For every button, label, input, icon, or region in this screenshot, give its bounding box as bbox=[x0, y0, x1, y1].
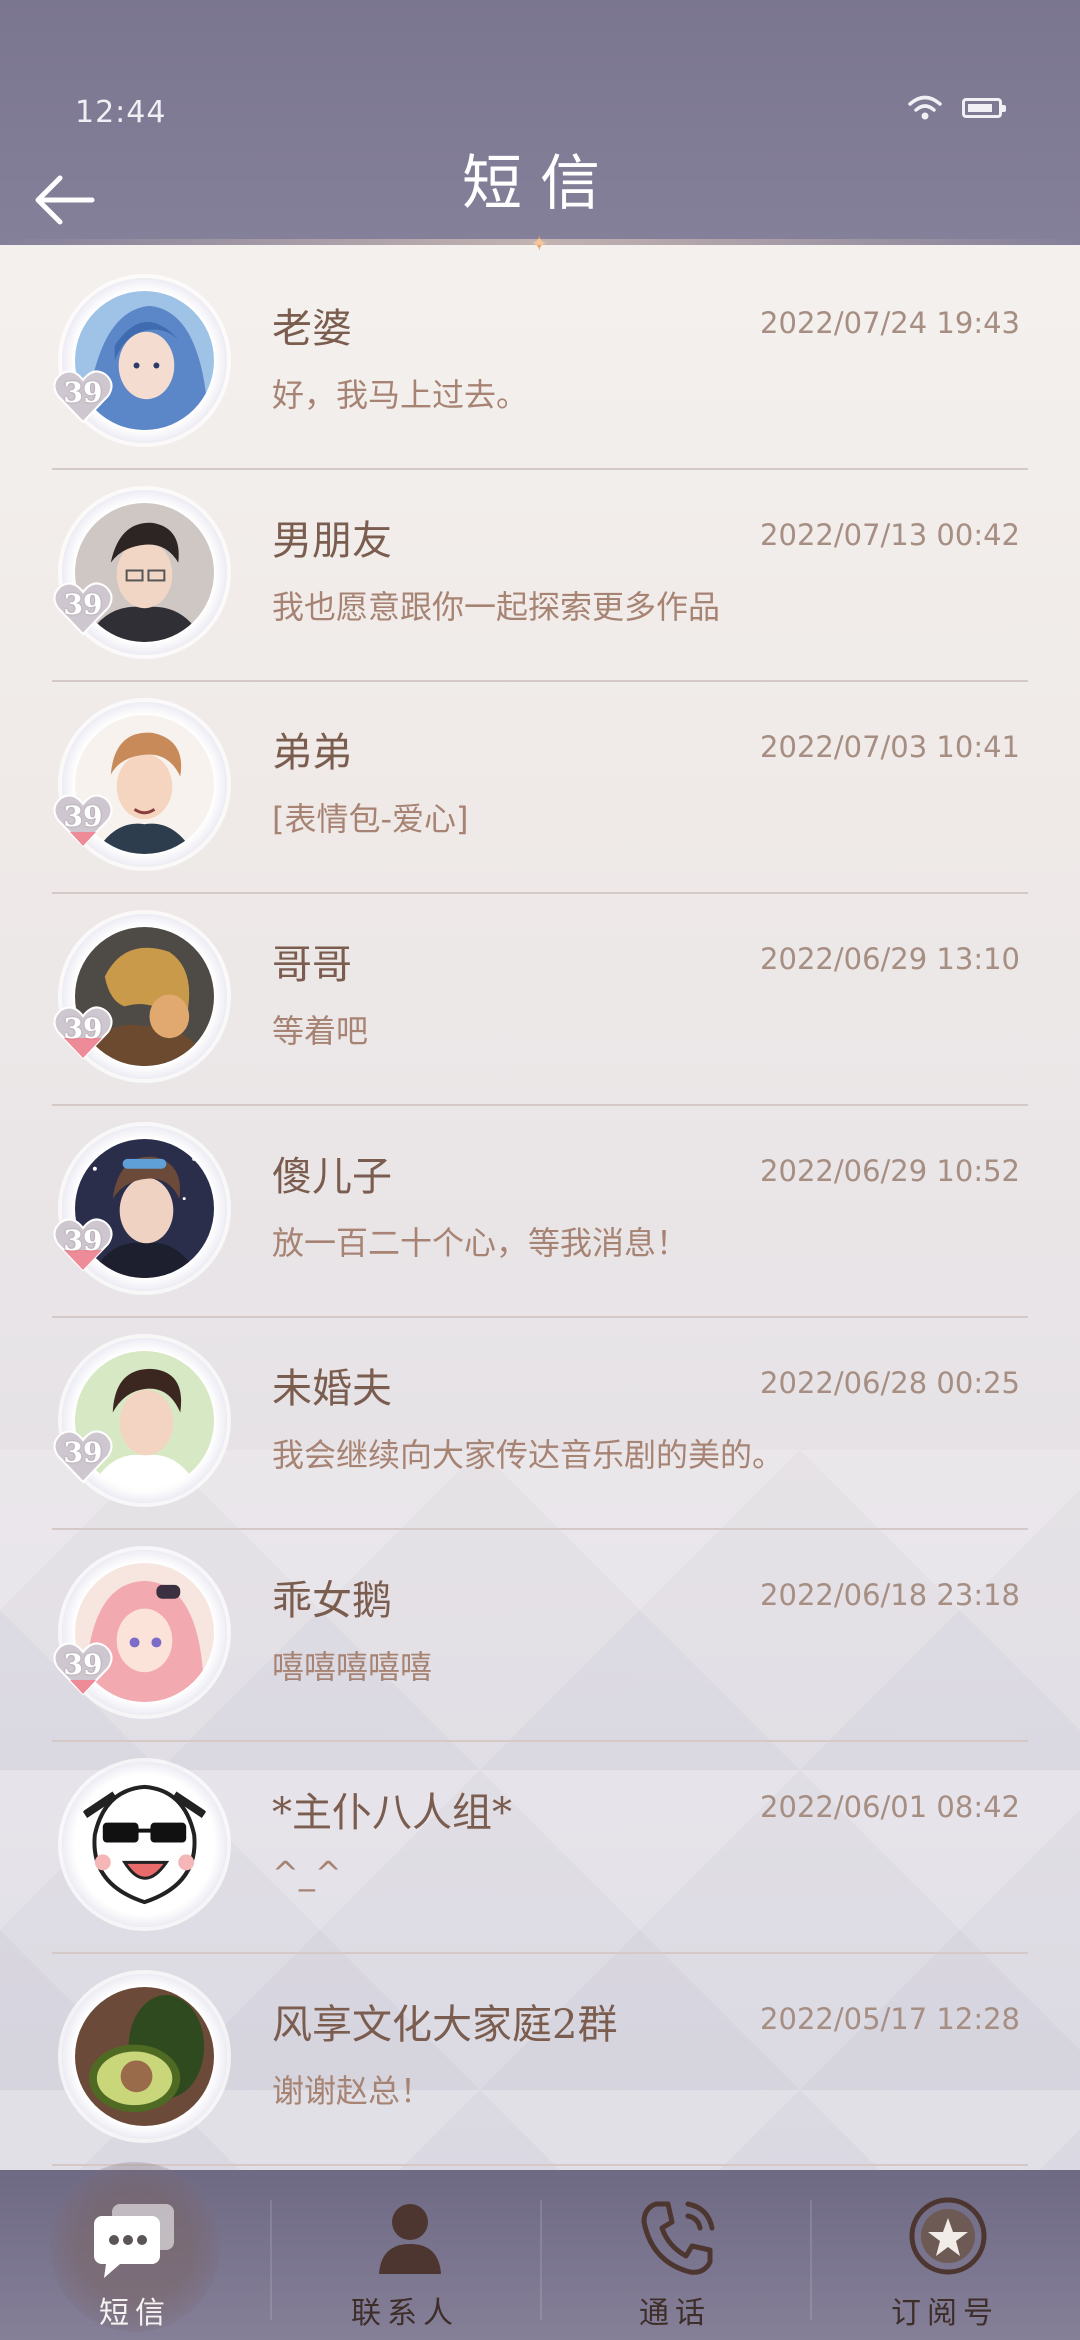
status-time: 12:44 bbox=[75, 95, 167, 130]
message-date: 2022/06/29 13:10 bbox=[760, 942, 1020, 976]
wifi-icon bbox=[908, 95, 942, 121]
conversation-row[interactable]: 39 乖女鹅 2022/06/18 23:18 嘻嘻嘻嘻嘻 bbox=[52, 1530, 1028, 1742]
avatar-frame: 39 bbox=[53, 914, 227, 1079]
message-date: 2022/07/03 10:41 bbox=[760, 730, 1020, 764]
intimacy-level: 39 bbox=[63, 1012, 103, 1045]
conversation-row[interactable]: 39 老婆 2022/07/24 19:43 好，我马上过去。 bbox=[52, 258, 1028, 470]
contact-name: 风享文化大家庭2群 bbox=[272, 2002, 618, 2048]
avatar-frame: 39 bbox=[53, 1338, 227, 1503]
contact-name: 傻儿子 bbox=[272, 1154, 392, 1200]
conversation-row[interactable]: 39 傻儿子 2022/06/29 10:52 放一百二十个心，等我消息！ bbox=[52, 1106, 1028, 1318]
conversation-row[interactable]: 风享文化大家庭2群 2022/05/17 12:28 谢谢赵总！ bbox=[52, 1954, 1028, 2166]
contact-name: 未婚夫 bbox=[272, 1366, 392, 1412]
message-date: 2022/06/28 00:25 bbox=[760, 1366, 1020, 1400]
message-preview: 我也愿意跟你一起探索更多作品 bbox=[272, 588, 721, 626]
intimacy-level: 39 bbox=[63, 1436, 103, 1469]
battery-icon bbox=[962, 98, 1006, 118]
nav-tab-calls[interactable]: 通话 bbox=[540, 2170, 810, 2340]
nav-label: 订阅号 bbox=[891, 2296, 999, 2331]
header: 12:44 短信 ✦ bbox=[0, 0, 1080, 257]
intimacy-badge: 39 bbox=[52, 1640, 114, 1696]
intimacy-badge: 39 bbox=[52, 1428, 114, 1484]
message-date: 2022/07/24 19:43 bbox=[760, 306, 1020, 340]
intimacy-badge: 39 bbox=[52, 1004, 114, 1060]
message-preview: 嘻嘻嘻嘻嘻 bbox=[272, 1648, 433, 1686]
avatar-frame: 39 bbox=[53, 1550, 227, 1715]
message-date: 2022/06/01 08:42 bbox=[760, 1790, 1020, 1824]
contact-name: 乖女鹅 bbox=[272, 1578, 392, 1624]
intimacy-level: 39 bbox=[63, 1648, 103, 1681]
bottom-navigation: 短信 联系人 通话 订阅号 bbox=[0, 2162, 1080, 2340]
contact-name: 男朋友 bbox=[272, 518, 392, 564]
contact-name: 弟弟 bbox=[272, 730, 352, 776]
message-preview: 好，我马上过去。 bbox=[272, 376, 529, 414]
sparkle-icon: ✦ bbox=[530, 232, 549, 257]
intimacy-level: 39 bbox=[63, 376, 103, 409]
message-date: 2022/06/29 10:52 bbox=[760, 1154, 1020, 1188]
avatar-frame: 39 bbox=[53, 1126, 227, 1291]
intimacy-level: 39 bbox=[63, 588, 103, 621]
conversation-row[interactable]: 39 男朋友 2022/07/13 00:42 我也愿意跟你一起探索更多作品 bbox=[52, 470, 1028, 682]
conversation-row[interactable]: 39 弟弟 2022/07/03 10:41 [表情包-爱心] bbox=[52, 682, 1028, 894]
subscription-icon bbox=[909, 2197, 987, 2275]
avatar-frame bbox=[62, 1974, 227, 2139]
message-icon bbox=[94, 2204, 174, 2278]
intimacy-badge: 39 bbox=[52, 580, 114, 636]
contact-name: 哥哥 bbox=[272, 942, 352, 988]
contacts-icon bbox=[379, 2204, 441, 2274]
nav-tab-messages[interactable]: 短信 bbox=[0, 2162, 270, 2340]
message-preview: 谢谢赵总！ bbox=[272, 2072, 433, 2110]
conversation-row[interactable]: *主仆八人组* 2022/06/01 08:42 ^_^ bbox=[52, 1742, 1028, 1954]
conversation-list: 39 老婆 2022/07/24 19:43 好，我马上过去。 39 男朋友 2… bbox=[0, 258, 1080, 2166]
nav-label: 联系人 bbox=[351, 2296, 459, 2331]
intimacy-badge: 39 bbox=[52, 792, 114, 848]
message-date: 2022/07/13 00:42 bbox=[760, 518, 1020, 552]
page-title: 短信 bbox=[462, 149, 618, 219]
phone-icon bbox=[641, 2201, 715, 2275]
message-preview: 等着吧 bbox=[272, 1012, 369, 1050]
message-date: 2022/06/18 23:18 bbox=[760, 1578, 1020, 1612]
sms-screen: 12:44 短信 ✦ 39 老婆 2022/07/24 19:43 好，我马上过… bbox=[0, 0, 1080, 2340]
intimacy-badge: 39 bbox=[52, 368, 114, 424]
message-date: 2022/05/17 12:28 bbox=[760, 2002, 1020, 2036]
avatar-frame bbox=[62, 1762, 227, 1927]
status-icons bbox=[908, 95, 1006, 121]
message-preview: 放一百二十个心，等我消息！ bbox=[272, 1224, 689, 1262]
intimacy-level: 39 bbox=[63, 1224, 103, 1257]
avatar[interactable] bbox=[75, 1987, 214, 2126]
intimacy-level: 39 bbox=[63, 800, 103, 833]
contact-name: 老婆 bbox=[272, 306, 352, 352]
nav-label: 通话 bbox=[639, 2296, 711, 2331]
intimacy-badge: 39 bbox=[52, 1216, 114, 1272]
message-preview: [表情包-爱心] bbox=[272, 800, 469, 838]
contact-name: *主仆八人组* bbox=[272, 1790, 512, 1836]
message-preview: 我会继续向大家传达音乐剧的美的。 bbox=[272, 1436, 785, 1474]
nav-tab-subscriptions[interactable]: 订阅号 bbox=[810, 2170, 1080, 2340]
nav-tab-contacts[interactable]: 联系人 bbox=[270, 2170, 540, 2340]
avatar-frame: 39 bbox=[53, 702, 227, 867]
conversation-row[interactable]: 39 哥哥 2022/06/29 13:10 等着吧 bbox=[52, 894, 1028, 1106]
avatar[interactable] bbox=[75, 1775, 214, 1914]
nav-label: 短信 bbox=[99, 2296, 171, 2331]
conversation-row[interactable]: 39 未婚夫 2022/06/28 00:25 我会继续向大家传达音乐剧的美的。 bbox=[52, 1318, 1028, 1530]
avatar-frame: 39 bbox=[53, 490, 227, 655]
avatar-frame: 39 bbox=[53, 278, 227, 443]
message-preview: ^_^ bbox=[272, 1854, 342, 1892]
